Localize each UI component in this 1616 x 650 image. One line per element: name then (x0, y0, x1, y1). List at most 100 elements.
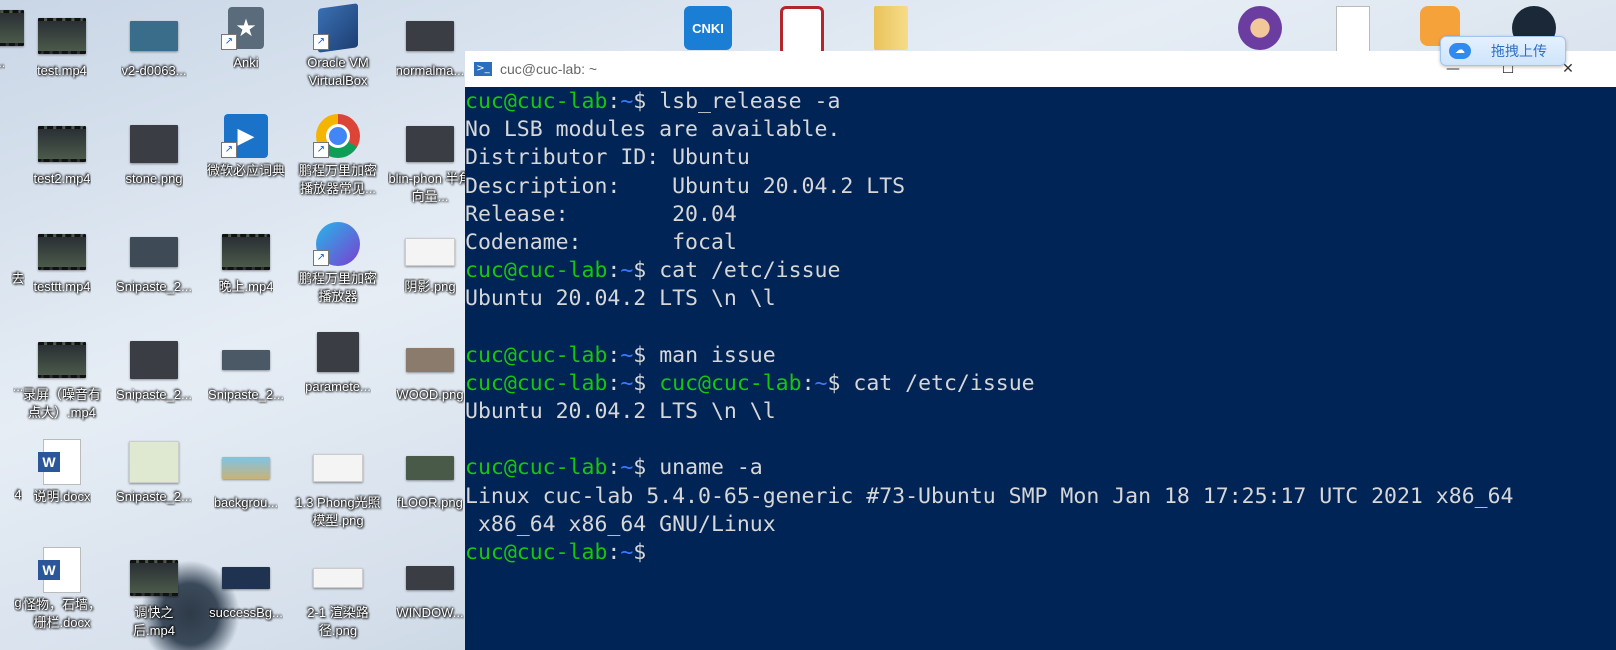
anki-star-icon: ★ ↗ (219, 6, 273, 50)
output-text: Release: 20.04 (465, 201, 737, 227)
icon-label: Oracle VM VirtualBox (307, 55, 369, 88)
desktop-icon[interactable]: WINDOW... (384, 556, 476, 622)
icon-label: Snipaste_2... (116, 489, 192, 504)
prompt-path: ~ (620, 89, 634, 114)
desktop-icon[interactable]: 晚上.mp4 (200, 230, 292, 296)
icon-label: test.mp4 (37, 63, 87, 78)
image-file-icon (311, 556, 365, 600)
desktop-icon[interactable]: Snipaste_2... (108, 338, 200, 404)
desktop-icon[interactable]: Snipaste_2... (200, 338, 292, 404)
desktop-icon[interactable]: ↗ Oracle VM VirtualBox (292, 3, 384, 90)
cnki-icon[interactable]: CNKI (684, 6, 732, 50)
desktop-icon[interactable]: ★ ↗ Anki (200, 6, 292, 72)
output-text: Distributor ID: Ubuntu (465, 145, 750, 171)
video-file-icon (35, 122, 89, 166)
output-line: Linux cuc-lab 5.4.0-65-generic #73-Ubunt… (465, 483, 1616, 511)
desktop-icon[interactable]: Snipaste_2... (108, 440, 200, 506)
image-file-icon (127, 14, 181, 58)
avatar-app-icon[interactable] (1238, 6, 1286, 50)
image-file-icon (403, 556, 457, 600)
icon-label: 微软必应词典 (206, 163, 285, 178)
icon-label: 调快之后.mp4 (133, 605, 175, 638)
output-line: x86_64 x86_64 GNU/Linux (465, 511, 1616, 539)
prompt-line: cuc@cuc-lab:~$ (465, 539, 1616, 567)
desktop-icon[interactable]: test.mp4 (16, 14, 108, 80)
cnki-label: CNKI (684, 6, 732, 50)
output-text: No LSB modules are available. (465, 117, 841, 143)
output-line: Description: Ubuntu 20.04.2 LTS (465, 173, 1616, 201)
icon-label: 2-1 渲染路径.png (307, 605, 369, 638)
icon-label: 阴影.png (404, 279, 456, 294)
prompt-dollar: $ (827, 370, 854, 396)
red-app-icon[interactable] (780, 6, 828, 56)
icon-label: 鹏程万里加密播放器常见... (298, 163, 377, 196)
image-file-icon (127, 440, 181, 484)
desktop-icon[interactable]: 阴影.png (384, 230, 476, 296)
prompt-separator: : (607, 455, 621, 481)
player-app-icon: ↗ (311, 222, 365, 266)
prompt-separator: : (607, 258, 621, 284)
terminal-output[interactable]: cuc@cuc-lab:~$ lsb_release -a No LSB modu… (465, 88, 1616, 567)
desktop-icon[interactable]: test2.mp4 (16, 122, 108, 188)
output-line: Ubuntu 20.04.2 LTS \n \l (465, 398, 1616, 426)
icon-label: 晚上.mp4 (218, 279, 274, 294)
desktop-icon[interactable]: ↗ 鹏程万里加密播放器 (292, 222, 384, 306)
desktop-icon[interactable]: v2-d0063... (108, 14, 200, 80)
output-text: Description: Ubuntu 20.04.2 LTS (465, 173, 906, 199)
icon-label: stone.png (125, 171, 183, 186)
prompt-line: cuc@cuc-lab:~$ man issue (465, 342, 1616, 370)
dictionary-app-icon: ▶ ↗ (219, 114, 273, 158)
prompt-separator: : (607, 89, 621, 114)
desktop-icon[interactable]: backgrou... (200, 446, 292, 512)
file-icon[interactable] (1336, 6, 1384, 52)
shortcut-arrow-icon: ↗ (221, 34, 237, 50)
desktop-icon[interactable]: normalma... (384, 14, 476, 80)
prompt-dollar: $ (633, 258, 660, 284)
icon-label: successBg... (209, 605, 283, 620)
icon-label: test2.mp4 (33, 171, 91, 186)
prompt-dollar: $ (633, 540, 647, 565)
desktop-icon[interactable]: Snipaste_2... (108, 230, 200, 296)
desktop-icon[interactable]: testtt.mp4 (16, 230, 108, 296)
prompt-dollar: $ (633, 342, 660, 368)
icon-label: Snipaste_2... (116, 279, 192, 294)
desktop-icon[interactable]: 1.3 Phong光照模型.png (292, 446, 384, 530)
prompt-path: ~ (620, 540, 634, 565)
image-file-icon (127, 338, 181, 382)
icon-label: paramete... (305, 379, 371, 394)
terminal-window[interactable]: >_ cuc@cuc-lab: ~ — ☐ ✕ cuc@cuc-lab:~$ l… (465, 51, 1616, 650)
icon-label: 1.3 Phong光照模型.png (295, 495, 381, 528)
desktop-icon[interactable]: ↗ 鹏程万里加密播放器常见... (292, 114, 384, 198)
desktop-icon[interactable]: 调快之后.mp4 (108, 556, 200, 640)
output-line: Ubuntu 20.04.2 LTS \n \l (465, 285, 1616, 313)
desktop-icon[interactable]: W 怪物，石墙，栅栏.docx (16, 547, 108, 632)
prompt-dollar: $ (633, 89, 660, 114)
desktop-icon[interactable]: 2-1 渲染路径.png (292, 556, 384, 640)
output-text: Codename: focal (465, 229, 737, 255)
folder-icon[interactable] (874, 6, 922, 50)
drag-upload-button[interactable]: ☁ 拖拽上传 (1440, 36, 1566, 66)
desktop-icon[interactable]: paramete... (292, 330, 384, 396)
desktop-icon[interactable]: stone.png (108, 122, 200, 188)
icon-label: backgrou... (213, 495, 279, 510)
desktop-icon[interactable]: successBg... (200, 556, 292, 622)
shortcut-arrow-icon: ↗ (221, 142, 237, 158)
cloud-icon: ☁ (1449, 43, 1471, 59)
desktop-icon[interactable]: blin-phon 半角向量... (384, 122, 476, 206)
desktop-icon[interactable]: fLOOR.png (384, 446, 476, 512)
command-text: lsb_release -a (659, 89, 841, 114)
prompt-separator: : (607, 540, 621, 565)
desktop-icon[interactable]: W 说明.docx (16, 439, 108, 506)
desktop-icon[interactable]: WOOD.png (384, 338, 476, 404)
icon-label: WOOD.png (396, 387, 464, 402)
image-file-icon (311, 446, 365, 490)
desktop-icon[interactable]: 录屏（噪音有点大）.mp4 (16, 338, 108, 422)
prompt-user: cuc@cuc-lab (659, 370, 802, 396)
prompt-user: cuc@cuc-lab (465, 370, 608, 396)
prompt-path: ~ (814, 370, 828, 396)
prompt-dollar: $ (633, 455, 660, 481)
video-file-icon (127, 556, 181, 600)
shortcut-arrow-icon: ↗ (313, 142, 329, 158)
desktop-icon[interactable]: ▶ ↗ 微软必应词典 (200, 114, 292, 180)
icon-label: Snipaste_2... (208, 387, 284, 402)
